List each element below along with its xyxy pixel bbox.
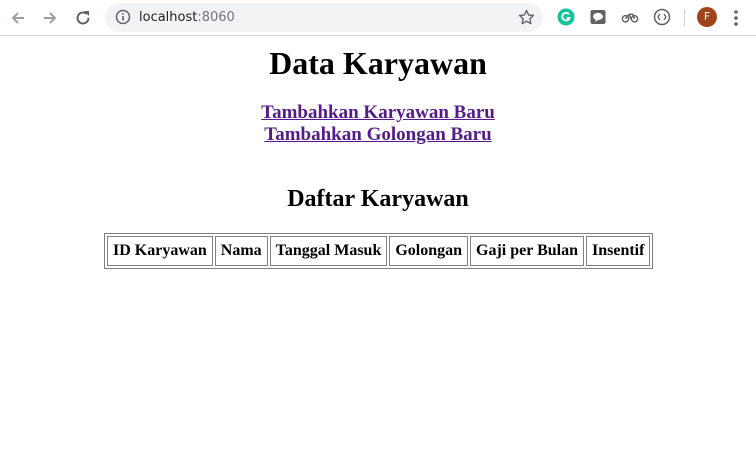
browser-toolbar: localhost:8060 F <box>0 0 756 36</box>
page-content: Data Karyawan Tambahkan Karyawan Baru Ta… <box>0 37 756 466</box>
column-header-start-date: Tanggal Masuk <box>269 236 388 266</box>
bike-extension-icon[interactable] <box>621 8 639 26</box>
url-host: localhost <box>139 10 198 25</box>
menu-dots-icon[interactable] <box>728 8 744 28</box>
toolbar-divider <box>684 9 685 26</box>
address-bar[interactable]: localhost:8060 <box>105 3 543 32</box>
url-port: :8060 <box>197 10 235 25</box>
grammarly-icon[interactable] <box>557 8 575 26</box>
chat-extension-icon[interactable] <box>589 8 607 26</box>
column-header-id: ID Karyawan <box>107 236 213 266</box>
forward-arrow-icon[interactable] <box>38 6 62 30</box>
page-title: Data Karyawan <box>269 45 487 81</box>
column-header-incentive: Insentif <box>585 236 651 266</box>
table-header-row: ID Karyawan Nama Tanggal Masuk Golongan … <box>107 236 651 266</box>
add-employee-link[interactable]: Tambahkan Karyawan Baru <box>261 102 495 124</box>
info-icon[interactable] <box>115 9 131 25</box>
star-icon[interactable] <box>518 9 535 26</box>
add-grade-link[interactable]: Tambahkan Golongan Baru <box>264 124 491 146</box>
url-text: localhost:8060 <box>139 9 235 26</box>
column-header-monthly-salary: Gaji per Bulan <box>470 236 584 266</box>
action-links: Tambahkan Karyawan Baru Tambahkan Golong… <box>0 102 756 146</box>
reload-icon[interactable] <box>71 6 95 30</box>
code-extension-icon[interactable] <box>653 8 671 26</box>
employee-table: ID Karyawan Nama Tanggal Masuk Golongan … <box>104 233 654 269</box>
avatar[interactable]: F <box>697 7 717 27</box>
column-header-name: Nama <box>214 236 268 266</box>
section-title: Daftar Karyawan <box>287 186 469 212</box>
back-arrow-icon[interactable] <box>6 6 30 30</box>
column-header-grade: Golongan <box>389 236 469 266</box>
